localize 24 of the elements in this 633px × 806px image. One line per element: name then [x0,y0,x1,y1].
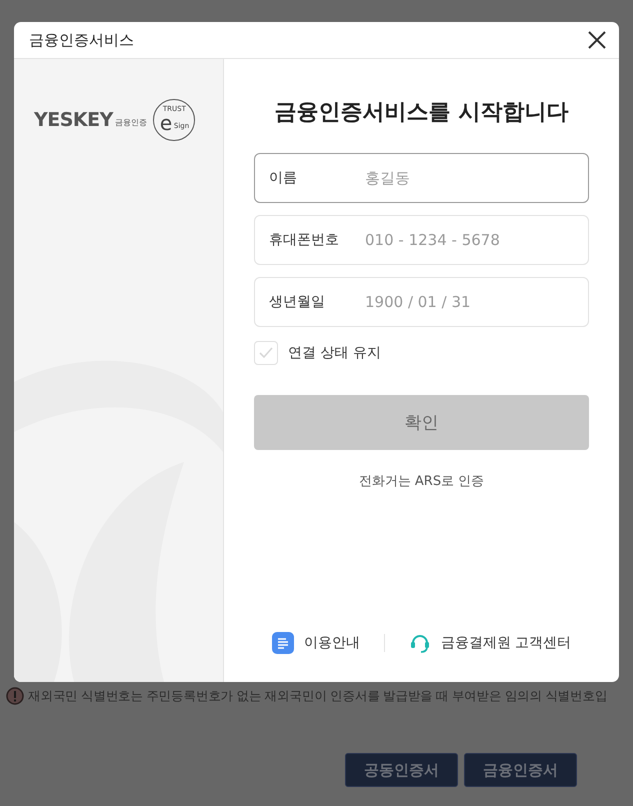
field-label: 생년월일 [269,293,326,311]
dialog-heading: 금융인증서비스를 시작합니다 [274,99,570,127]
field-label: 이름 [269,169,298,187]
brand-subtitle: 금융인증 [114,117,147,128]
footer-link[interactable]: 이용안내 [304,634,360,652]
field-label: 휴대폰번호 [269,231,340,249]
form-field[interactable]: 생년월일 1900 / 01 / 31 [254,277,589,327]
checkbox[interactable] [254,341,278,365]
checkbox-label: 연결 상태 유지 [288,344,381,362]
form-field[interactable]: 휴대폰번호 010 - 1234 - 5678 [254,215,589,265]
warning-icon [6,687,24,705]
text-input[interactable]: 1900 / 01 / 31 [363,292,574,312]
check-icon [259,347,273,359]
headset-icon [408,632,431,654]
text-input[interactable]: 홍길동 [363,168,574,188]
dialog-title: 금융인증서비스 [29,30,134,50]
ars-link[interactable]: 전화거는 ARS로 인증 [358,472,484,490]
text-input[interactable]: 010 - 1234 - 5678 [363,230,574,250]
document-icon [272,632,294,654]
notice-text: 재외국민 식별번호는 주민등록번호가 없는 재외국민이 인증서를 발급받을 때 부여받은 임의의 식별번호입 [28,688,608,704]
brand-logo: YESKEY [34,109,113,131]
form-field[interactable]: 이름 홍길동 [254,153,589,203]
footer-link[interactable]: 금융결제원 고객센터 [440,634,572,652]
close-button[interactable] [587,30,607,50]
